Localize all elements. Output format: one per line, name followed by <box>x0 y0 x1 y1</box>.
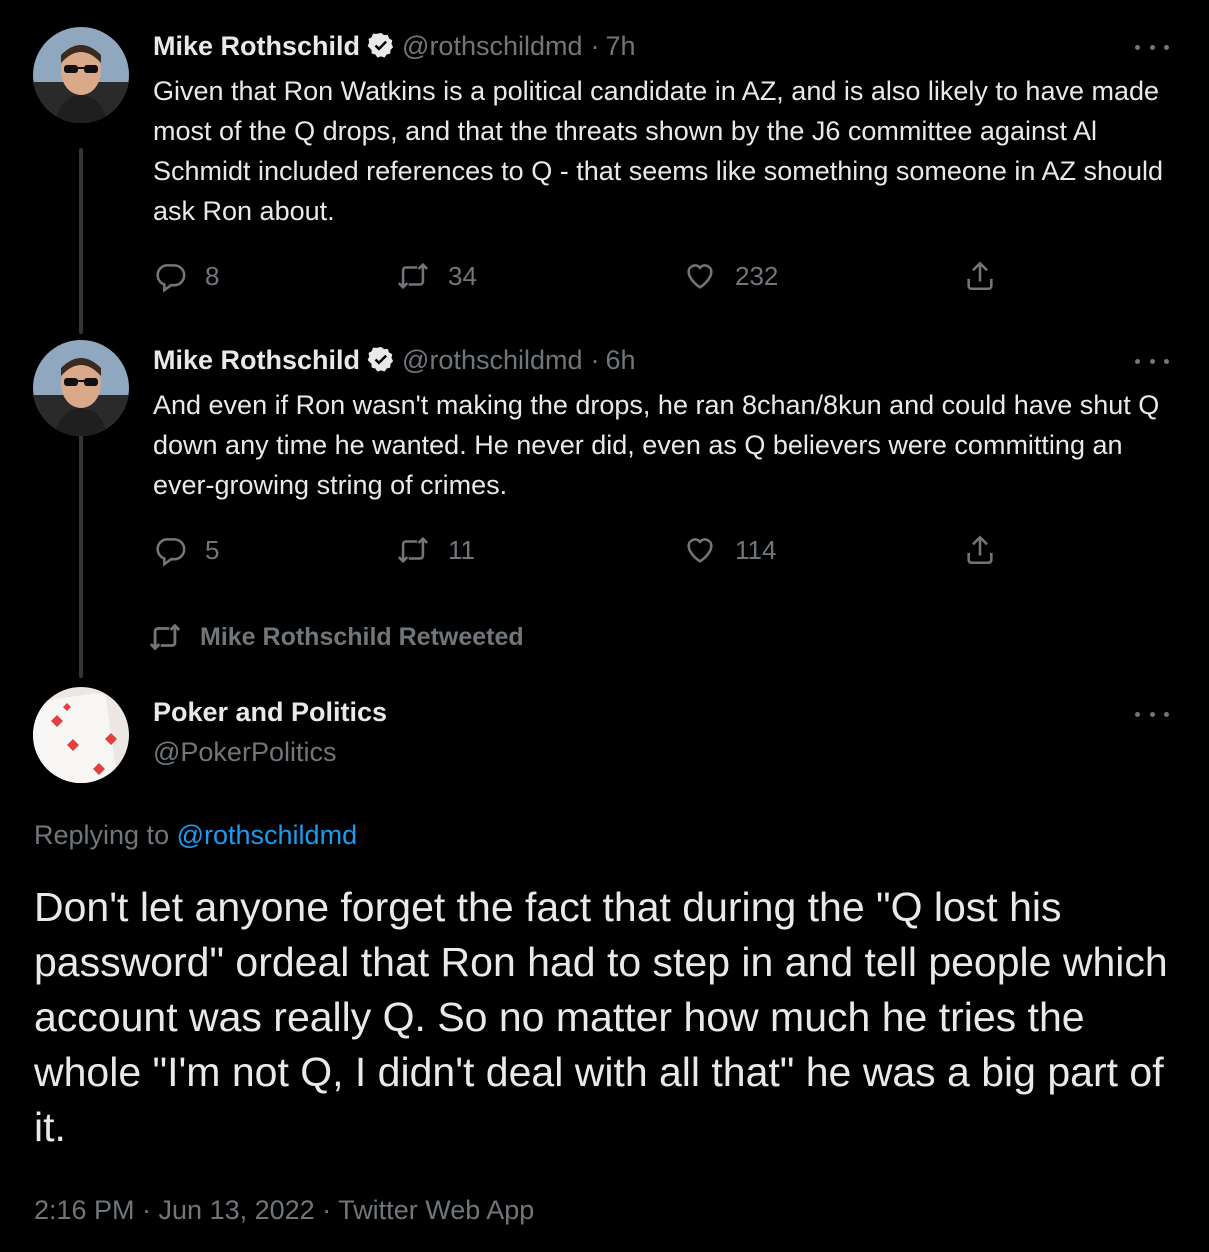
reply-icon <box>156 264 186 293</box>
verified-badge-icon <box>366 31 396 61</box>
tweet-thread-page: Mike Rothschild @rothschildmd · 7h Given… <box>0 0 1209 1252</box>
display-name[interactable]: Mike Rothschild <box>153 29 360 63</box>
thread-connector-line <box>79 430 83 678</box>
thread-connector-line <box>79 148 83 334</box>
main-tweet-text: Don't let anyone forget the fact that du… <box>34 884 1168 1150</box>
share-icon <box>967 535 993 565</box>
like-button[interactable]: 232 <box>683 256 778 296</box>
reply-button[interactable]: 5 <box>153 530 219 570</box>
tweet-text: Given that Ron Watkins is a political ca… <box>153 76 1164 226</box>
verified-badge-icon <box>366 345 396 375</box>
retweet-button[interactable]: 11 <box>396 530 475 570</box>
retweet-count: 34 <box>448 260 477 291</box>
retweet-icon <box>397 262 429 290</box>
like-count: 232 <box>735 260 779 291</box>
tweet-header: Mike Rothschild @rothschildmd · 7h <box>153 29 636 63</box>
display-name[interactable]: Poker and Politics <box>153 695 387 729</box>
reply-icon <box>156 538 186 567</box>
tweet-meta[interactable]: 2:16 PM · Jun 13, 2022 · Twitter Web App <box>34 1192 534 1228</box>
more-icon[interactable] <box>1135 37 1169 57</box>
user-handle[interactable]: @PokerPolitics <box>153 735 336 769</box>
retweet-count: 11 <box>448 534 475 565</box>
avatar-mike-rothschild[interactable] <box>33 340 129 436</box>
more-icon[interactable] <box>1135 704 1169 724</box>
tweet-timestamp[interactable]: 6h <box>606 343 636 377</box>
user-handle[interactable]: @rothschildmd <box>402 29 582 63</box>
replying-to-prefix: Replying to <box>34 820 170 850</box>
avatar-poker-and-politics[interactable] <box>33 687 129 783</box>
separator-dot: · <box>590 31 600 61</box>
reply-count: 5 <box>205 534 220 565</box>
retweeted-label: Mike Rothschild Retweeted <box>200 622 524 651</box>
retweet-button[interactable]: 34 <box>396 256 477 296</box>
replying-to-line: Replying to @rothschildmd <box>34 818 357 852</box>
like-button[interactable]: 114 <box>683 530 776 570</box>
tweet-actions: 5 11 114 <box>153 530 1013 570</box>
reply-count: 8 <box>205 260 220 291</box>
share-button[interactable] <box>963 530 997 570</box>
share-button[interactable] <box>963 256 997 296</box>
like-icon <box>687 538 713 563</box>
replying-to-mention-link[interactable]: @rothschildmd <box>177 820 357 850</box>
retweet-icon <box>149 623 181 651</box>
share-icon <box>967 261 993 291</box>
reply-button[interactable]: 8 <box>153 256 219 296</box>
tweet-header: Mike Rothschild @rothschildmd · 6h <box>153 343 636 377</box>
retweet-icon <box>397 536 429 564</box>
like-count: 114 <box>735 534 777 565</box>
display-name[interactable]: Mike Rothschild <box>153 343 360 377</box>
tweet-timestamp[interactable]: 7h <box>606 29 636 63</box>
separator-dot: · <box>590 345 600 375</box>
tweet-text: And even if Ron wasn't making the drops,… <box>153 390 1160 500</box>
tweet-actions: 8 34 232 <box>153 256 1013 296</box>
like-icon <box>687 264 713 289</box>
avatar-mike-rothschild[interactable] <box>33 27 129 123</box>
user-handle[interactable]: @rothschildmd <box>402 343 582 377</box>
more-icon[interactable] <box>1135 351 1169 371</box>
retweeted-indicator[interactable]: Mike Rothschild Retweeted <box>148 620 524 654</box>
